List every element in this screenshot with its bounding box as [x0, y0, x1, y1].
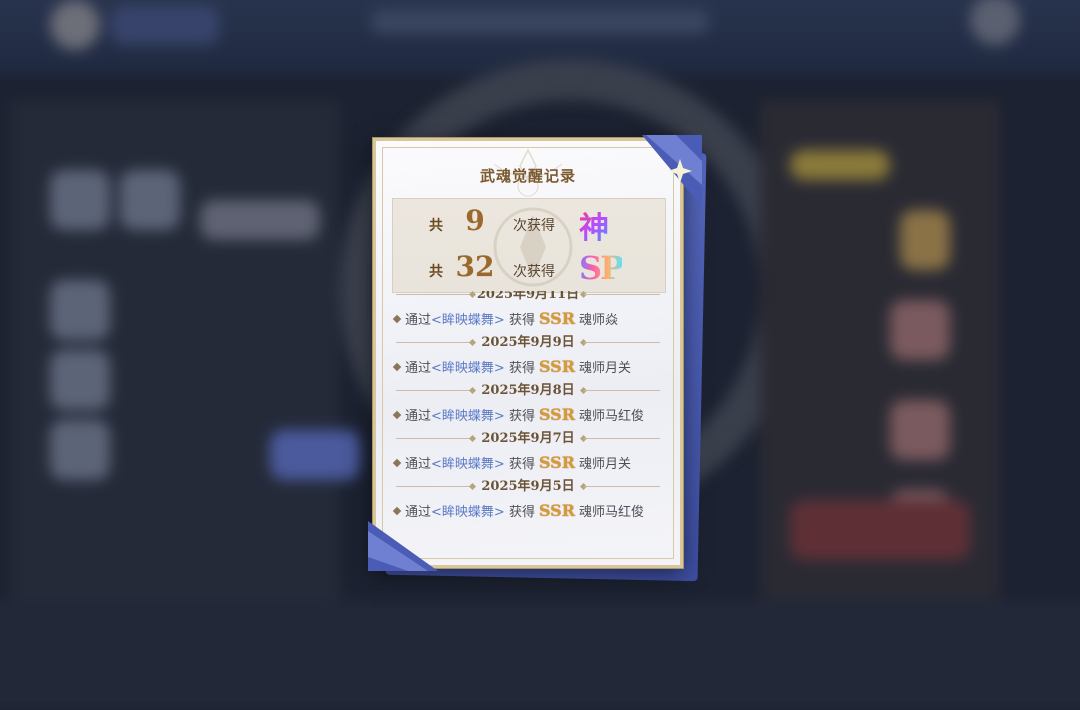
star-ribbon-icon — [642, 135, 702, 207]
ssr-badge: SSR — [538, 501, 576, 520]
record-source-link[interactable]: <眸映蝶舞> — [431, 457, 505, 472]
diamond-bullet-icon — [468, 386, 477, 395]
record-result: 魂师马红俊 — [579, 409, 645, 424]
record-result: 魂师月关 — [579, 457, 632, 472]
diamond-bullet-icon — [468, 434, 477, 443]
summary-count: 32 — [455, 250, 495, 283]
diamond-bullet-icon — [392, 458, 402, 468]
record-date: 2025年9月7日 — [376, 427, 680, 450]
diamond-bullet-icon — [468, 338, 477, 347]
record-source-link[interactable]: <眸映蝶舞> — [431, 505, 505, 520]
record-source-link[interactable]: <眸映蝶舞> — [431, 409, 505, 424]
summary-count: 9 — [465, 204, 485, 237]
record-date: 2025年9月11日 — [376, 291, 680, 306]
record-get: 获得 — [508, 457, 535, 472]
record-via: 通过 — [405, 361, 432, 376]
diamond-bullet-icon — [392, 314, 402, 324]
diamond-bullet-icon — [392, 362, 402, 372]
diamond-bullet-icon — [392, 506, 402, 516]
summary-prefix: 共 — [429, 264, 443, 280]
record-get: 获得 — [508, 409, 535, 424]
list-item: 通过<眸映蝶舞> 获得 SSR 魂师马红俊 — [376, 498, 680, 523]
ssr-badge: SSR — [538, 309, 576, 328]
record-list[interactable]: 2025年9月11日 通过<眸映蝶舞> 获得 SSR 魂师焱 2025年9月9日 通… — [376, 291, 680, 541]
record-date: 2025年9月5日 — [376, 475, 680, 498]
record-source-link[interactable]: <眸映蝶舞> — [431, 313, 505, 328]
ssr-badge: SSR — [538, 357, 576, 376]
list-item: 通过<眸映蝶舞> 获得 SSR 魂师月关 — [376, 450, 680, 475]
diamond-bullet-icon — [392, 410, 402, 420]
diamond-bullet-icon — [468, 291, 477, 299]
record-get: 获得 — [508, 361, 535, 376]
sp-badge: SP — [579, 249, 624, 287]
awakening-record-dialog: 武魂觉醒记录 共 9 次获得 神 共 32 次获得 SP 2025年9月11日 — [368, 135, 702, 571]
corner-ribbon-icon — [368, 521, 438, 571]
record-get: 获得 — [508, 313, 535, 328]
record-via: 通过 — [405, 409, 432, 424]
record-result: 魂师焱 — [579, 313, 619, 328]
diamond-bullet-icon — [468, 482, 477, 491]
record-get: 获得 — [508, 505, 535, 520]
record-source-link[interactable]: <眸映蝶舞> — [431, 361, 505, 376]
summary-panel: 共 9 次获得 神 共 32 次获得 SP — [392, 198, 666, 293]
ssr-badge: SSR — [538, 405, 576, 424]
record-via: 通过 — [405, 457, 432, 472]
record-date: 2025年9月8日 — [376, 379, 680, 402]
record-result: 魂师马红俊 — [579, 505, 645, 520]
list-item: 通过<眸映蝶舞> 获得 SSR 魂师月关 — [376, 354, 680, 379]
record-date: 2025年9月9日 — [376, 331, 680, 354]
record-via: 通过 — [405, 313, 432, 328]
shen-badge: 神 — [579, 203, 609, 247]
summary-prefix: 共 — [429, 218, 443, 234]
summary-suffix: 次获得 — [513, 264, 555, 280]
record-via: 通过 — [405, 505, 432, 520]
summary-row-shen: 共 9 次获得 神 — [393, 201, 665, 247]
summary-suffix: 次获得 — [513, 218, 555, 234]
list-item: 通过<眸映蝶舞> 获得 SSR 魂师焱 — [376, 306, 680, 331]
summary-row-sp: 共 32 次获得 SP — [393, 247, 665, 291]
dialog-title: 武魂觉醒记录 — [479, 167, 576, 185]
record-result: 魂师月关 — [579, 361, 632, 376]
ssr-badge: SSR — [538, 453, 576, 472]
list-item: 通过<眸映蝶舞> 获得 SSR 魂师马红俊 — [376, 402, 680, 427]
